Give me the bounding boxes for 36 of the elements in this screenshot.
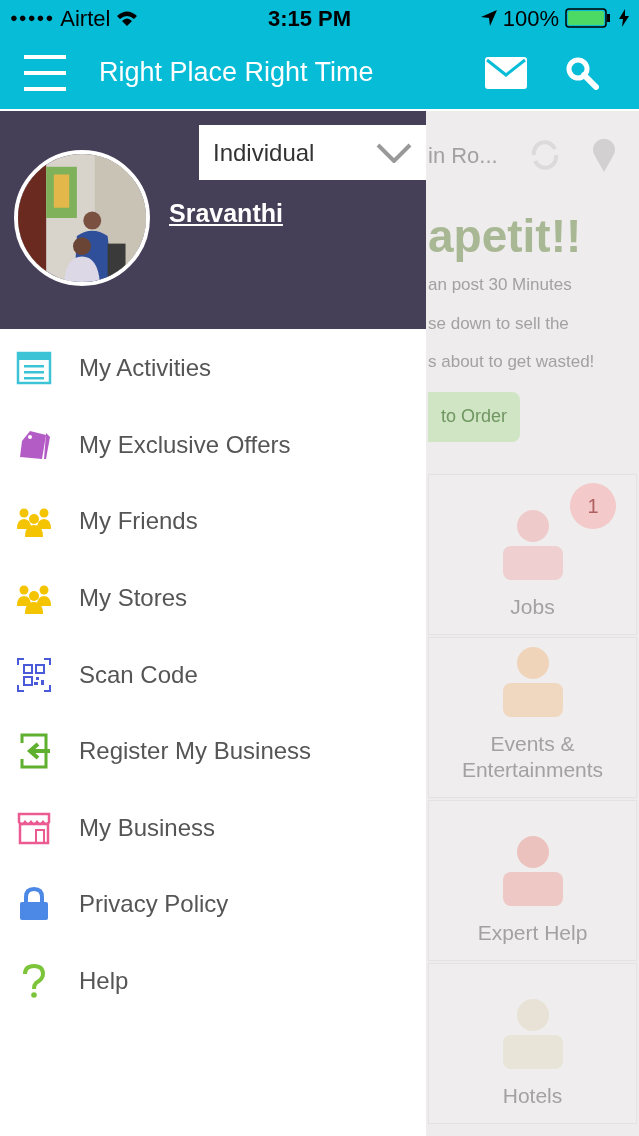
search-icon[interactable] <box>565 55 599 90</box>
charging-bolt-icon <box>619 9 629 27</box>
banner-text: an post 30 Minutes <box>428 274 573 296</box>
category-label: Events & Entertainments <box>460 730 605 783</box>
list-icon <box>16 350 52 387</box>
location-pin-icon <box>591 138 616 172</box>
drawer-menu-item[interactable]: Register My Business <box>0 712 426 790</box>
app-title: Right Place Right Time <box>99 56 375 90</box>
banner-text: s about to get wasted! <box>428 351 596 373</box>
drawer-menu-item[interactable]: Privacy Policy <box>0 866 426 943</box>
category-label: Hotels <box>502 1082 563 1109</box>
drawer-menu-item[interactable]: My Friends <box>0 483 426 560</box>
chevron-down-icon <box>376 142 412 163</box>
wifi-icon <box>116 10 139 26</box>
battery-percentage: 100% <box>502 4 559 33</box>
notification-badge: 1 <box>570 482 616 529</box>
qr-code-icon <box>16 656 52 693</box>
carrier-name: Airtel <box>60 4 111 33</box>
battery-icon <box>565 8 613 28</box>
drawer-menu-item[interactable]: Scan Code <box>0 636 426 713</box>
drawer-menu-item[interactable]: My Business <box>0 789 426 867</box>
drawer-menu-item[interactable]: My Stores <box>0 559 426 637</box>
clock: 3:15 PM <box>267 4 352 33</box>
signal-dots: ●●●●● <box>10 9 55 28</box>
menu-button[interactable] <box>24 52 66 93</box>
location-arrow-icon <box>480 10 497 26</box>
location-text: in Ro... <box>428 141 498 170</box>
user-name-link[interactable]: Sravanthi <box>169 195 283 233</box>
drawer-menu-item[interactable]: My Activities <box>0 330 426 407</box>
category-label: Jobs <box>510 593 555 620</box>
banner-text: se down to sell the <box>428 312 570 335</box>
drawer-menu-item[interactable]: My Exclusive Offers <box>0 406 426 484</box>
category-label: Expert Help <box>477 919 588 946</box>
drawer-menu-item[interactable]: Help <box>0 942 426 1020</box>
account-type-dropdown[interactable]: Individual <box>199 125 426 180</box>
mail-icon[interactable] <box>485 56 527 89</box>
